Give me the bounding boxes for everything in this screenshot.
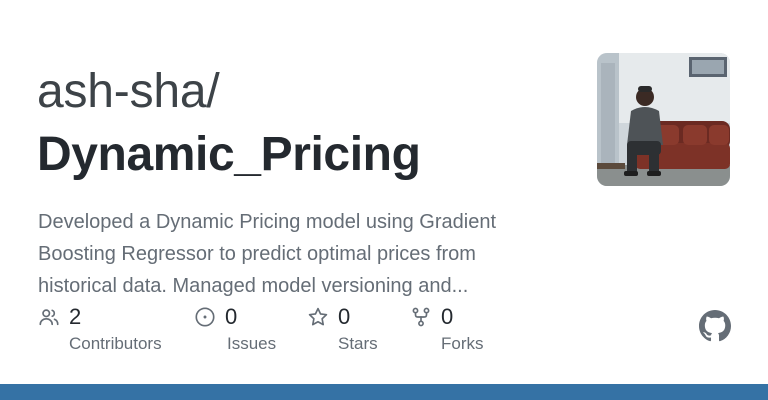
forks-label: Forks [441,334,484,353]
issues-label: Issues [227,334,277,353]
people-icon [37,305,61,329]
forks-count: 0 [441,304,454,329]
description-line: historical data. Managed model versionin… [38,275,469,297]
repo-social-card: ash-sha/ Dynamic_Pricing Developed a Dyn… [0,0,768,400]
avatar-photo [597,53,730,186]
stat-contributors[interactable]: 2 Contributors [37,302,162,358]
issue-opened-icon [193,305,217,329]
description-line: Boosting Regressor to predict optimal pr… [38,243,476,265]
stars-count: 0 [338,304,351,329]
stars-label: Stars [338,334,378,353]
github-mark-icon[interactable] [699,310,731,342]
issues-count: 0 [225,304,238,329]
repo-forked-icon [409,305,433,329]
language-color-bar [0,384,768,400]
owner-avatar[interactable] [597,53,730,186]
stat-issues[interactable]: 0 Issues [193,302,276,358]
contributors-label: Contributors [69,334,162,353]
star-icon [306,305,330,329]
stat-stars[interactable]: 0 Stars [306,302,378,358]
description-line: Developed a Dynamic Pricing model using … [38,211,497,233]
repo-description: Developed a Dynamic Pricing model using … [38,206,578,302]
repo-owner[interactable]: ash-sha/ [37,64,220,120]
stat-forks[interactable]: 0 Forks [409,302,484,358]
contributors-count: 2 [69,304,82,329]
repo-name[interactable]: Dynamic_Pricing [37,126,421,184]
